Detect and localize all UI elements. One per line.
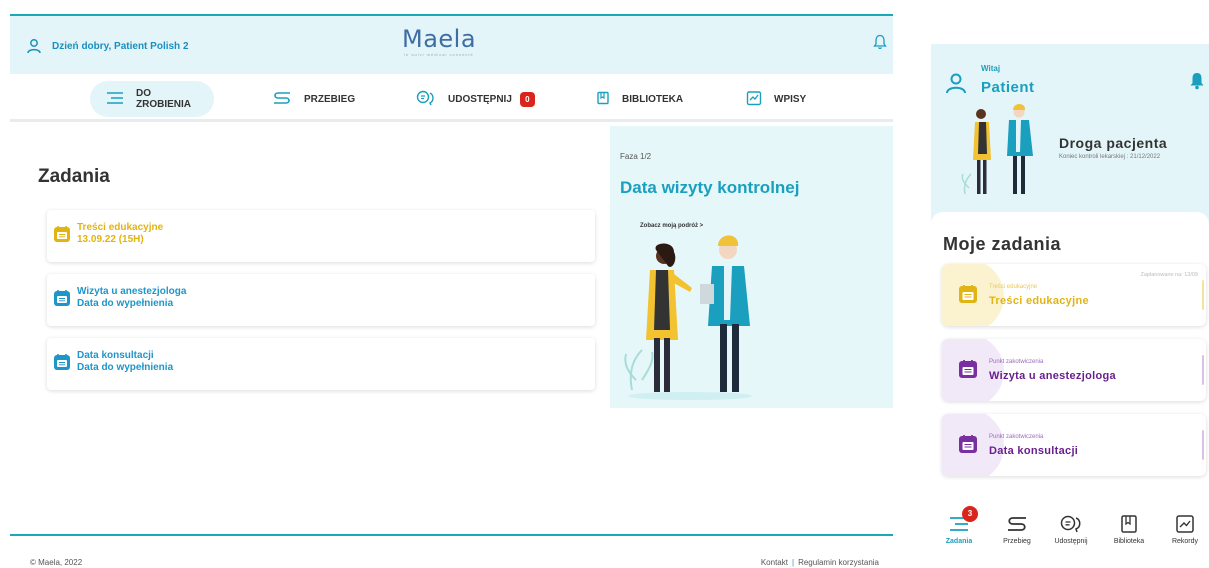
task-title: Treści edukacyjne xyxy=(77,222,164,233)
task-category: Treści edukacyjne xyxy=(989,284,1038,290)
nav-udostepnij[interactable]: UDOSTĘPNIJ 0 xyxy=(400,81,551,117)
chart-icon xyxy=(1176,515,1194,533)
task-card[interactable]: Treści edukacyjne Treści edukacyjne Zapl… xyxy=(942,264,1206,326)
phase-panel: Faza 1/2 Data wizyty kontrolnej Zobacz m… xyxy=(610,126,893,408)
phase-label: Faza 1/2 xyxy=(620,152,652,161)
task-title: Treści edukacyjne xyxy=(989,295,1089,307)
doctors-illustration xyxy=(624,235,752,400)
contact-link[interactable]: Kontakt xyxy=(761,558,788,567)
terms-link[interactable]: Regulamin korzystania xyxy=(798,558,879,567)
nav-label: UDOSTĘPNIJ xyxy=(448,93,512,105)
calendar-icon xyxy=(53,225,71,248)
logo: Maela le suivi médical connecté xyxy=(402,26,476,57)
user-icon[interactable] xyxy=(945,72,967,99)
calendar-icon xyxy=(53,289,71,312)
footer-links: Kontakt | Regulamin korzystania xyxy=(761,558,879,567)
task-card[interactable]: Wizyta u anestezjologa Data do wypełnien… xyxy=(47,274,595,326)
journey-link[interactable]: Zobacz moją podróż > xyxy=(640,223,703,229)
tab-udostepnij[interactable]: Udostępnij xyxy=(1047,514,1095,545)
route-icon xyxy=(1008,517,1026,531)
task-category: Punkt zakotwiczenia xyxy=(989,434,1044,440)
task-title: Wizyta u anestezjologa xyxy=(989,370,1116,382)
share-icon xyxy=(416,90,436,109)
bell-icon[interactable] xyxy=(1189,72,1205,95)
journey-end-date: Koniec kontroli lekarskiej : 21/12/2022 xyxy=(1059,154,1161,160)
greeting-text: Dzień dobry, Patient Polish 2 xyxy=(52,40,189,52)
link-separator: | xyxy=(791,558,795,567)
desktop-view: Dzień dobry, Patient Polish 2 Maela le s… xyxy=(10,14,893,568)
calendar-icon xyxy=(958,359,978,384)
calendar-icon xyxy=(958,284,978,309)
task-subtitle: Data do wypełnienia xyxy=(77,298,174,309)
task-subtitle: 13.09.22 (15H) xyxy=(77,234,144,245)
notification-badge: 0 xyxy=(519,91,535,107)
card-accent-bar xyxy=(1202,355,1204,385)
route-icon xyxy=(272,91,292,108)
page-title: Zadania xyxy=(38,166,110,187)
nav-wpisy[interactable]: WPISY xyxy=(730,81,822,117)
nav-label: WPISY xyxy=(774,93,807,105)
nav-label: BIBLIOTEKA xyxy=(622,93,684,105)
tab-przebieg[interactable]: Przebieg xyxy=(993,514,1041,545)
tab-label: Udostępnij xyxy=(1054,538,1088,545)
nav-label: DO ZROBIENIA xyxy=(136,88,191,110)
mobile-tasks-panel: Moje zadania Treści edukacyjne Treści ed… xyxy=(931,212,1209,502)
task-card[interactable]: Punkt zakotwiczenia Data konsultacji xyxy=(942,414,1206,476)
card-accent-bar xyxy=(1202,280,1204,310)
task-card[interactable]: Data konsultacji Data do wypełnienia xyxy=(47,338,595,390)
main-nav: DO ZROBIENIA PRZEBIEG UDOSTĘPNIJ 0 BIBLI… xyxy=(10,76,893,122)
tab-label: Biblioteka xyxy=(1113,538,1145,545)
book-icon xyxy=(596,91,610,108)
tab-biblioteka[interactable]: Biblioteka xyxy=(1105,514,1153,545)
logo-text: Maela xyxy=(402,25,477,53)
task-title: Data konsultacji xyxy=(77,350,154,361)
task-title: Wizyta u anestezjologa xyxy=(77,286,187,297)
calendar-icon xyxy=(958,434,978,459)
journey-title: Droga pacjenta xyxy=(1059,135,1168,151)
card-accent-bar xyxy=(1202,430,1204,460)
tab-label: Rekordy xyxy=(1171,538,1199,545)
task-category: Punkt zakotwiczenia xyxy=(989,359,1044,365)
tab-label: Przebieg xyxy=(1003,538,1031,545)
nav-do-zrobienia[interactable]: DO ZROBIENIA xyxy=(90,81,214,117)
tab-rekordy[interactable]: Rekordy xyxy=(1161,514,1209,545)
logo-tagline: le suivi médical connecté xyxy=(404,52,474,57)
tab-zadania[interactable]: 3 Zadania xyxy=(935,506,983,545)
header: Dzień dobry, Patient Polish 2 Maela le s… xyxy=(10,16,893,74)
tab-label: Zadania xyxy=(945,538,973,545)
doctors-illustration xyxy=(961,104,1033,195)
notification-badge: 3 xyxy=(962,506,978,522)
user-icon xyxy=(26,38,42,54)
task-card[interactable]: Treści edukacyjne 13.09.22 (15H) xyxy=(47,210,595,262)
copyright: © Maela, 2022 xyxy=(30,558,83,567)
task-subtitle: Data do wypełnienia xyxy=(77,362,174,373)
footer-divider xyxy=(10,534,893,536)
phase-title: Data wizyty kontrolnej xyxy=(620,178,800,197)
mobile-header: Witaj Patient Droga pacjenta Koniec kont… xyxy=(931,44,1209,224)
task-planned-date: Zaplanowane na: 13/09 xyxy=(1140,272,1199,278)
share-icon xyxy=(1060,515,1081,533)
calendar-icon xyxy=(53,353,71,376)
tasks-title: Moje zadania xyxy=(943,234,1062,254)
task-title: Data konsultacji xyxy=(989,445,1079,457)
list-icon xyxy=(106,91,124,108)
bell-icon[interactable] xyxy=(873,34,887,55)
chart-icon xyxy=(746,90,762,109)
nav-przebieg[interactable]: PRZEBIEG xyxy=(256,81,371,117)
greeting-small: Witaj xyxy=(981,64,1001,73)
book-icon xyxy=(1121,515,1137,533)
nav-biblioteka[interactable]: BIBLIOTEKA xyxy=(580,81,699,117)
mobile-bottom-nav: 3 Zadania Przebieg Udostępnij Biblioteka… xyxy=(931,500,1209,568)
user-greeting[interactable]: Dzień dobry, Patient Polish 2 xyxy=(26,38,189,54)
task-card[interactable]: Punkt zakotwiczenia Wizyta u anestezjolo… xyxy=(942,339,1206,401)
nav-label: PRZEBIEG xyxy=(304,93,356,105)
patient-name: Patient xyxy=(981,79,1035,96)
mobile-view: Witaj Patient Droga pacjenta Koniec kont… xyxy=(931,44,1209,568)
